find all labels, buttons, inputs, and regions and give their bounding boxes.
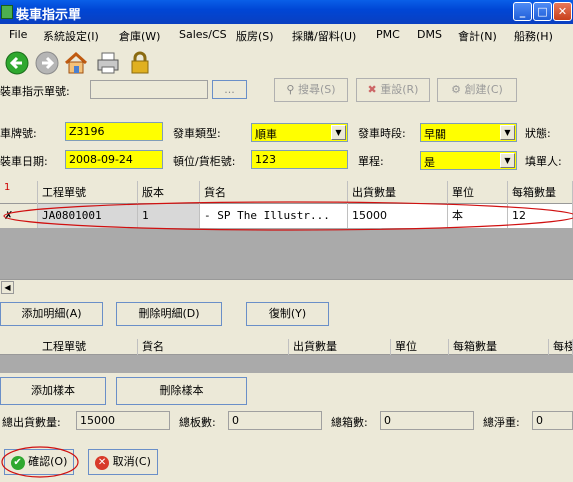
horizontal-scrollbar[interactable]: ◀ <box>0 279 573 295</box>
title-bar: 裝車指示單 _ □ ✕ <box>0 0 573 24</box>
total-qty-field: 15000 <box>76 411 170 430</box>
col-goods-name[interactable]: 貨名 <box>138 339 289 355</box>
status-label: 狀態: <box>525 127 551 140</box>
reset-icon: ✖ <box>367 83 377 96</box>
total-boxes-label: 總箱數: <box>331 416 368 429</box>
printer-icon[interactable] <box>95 50 121 76</box>
plate-label: 車牌號: <box>0 127 37 140</box>
position-label: 頓位/貨柜號: <box>173 155 236 168</box>
menu-pattern-room[interactable]: 版房(S) <box>236 28 274 44</box>
detail-grid: 1 工程單號 版本 貨名 出貨數量 單位 每箱數量 ✗ JA0801001 1 … <box>0 181 573 279</box>
col-per-box[interactable]: 每箱數量 <box>449 339 549 355</box>
lock-icon[interactable] <box>127 50 153 76</box>
add-detail-button[interactable]: 添加明細(A) <box>0 302 103 326</box>
menu-purchasing[interactable]: 採購/留料(U) <box>292 28 356 44</box>
dispatch-type-label: 發車類型: <box>173 127 221 140</box>
col-job-no[interactable]: 工程單號 <box>38 339 138 355</box>
menu-bar: File 系統設定(I) 倉庫(W) Sales/CS 版房(S) 採購/留料(… <box>0 24 573 46</box>
sample-grid: 工程單號 貨名 出貨數量 單位 每箱數量 每棧 <box>0 339 573 373</box>
create-icon: ⚙ <box>451 83 462 96</box>
back-icon[interactable] <box>4 50 30 76</box>
load-date-input[interactable]: 2008-09-24 <box>65 150 163 169</box>
chevron-down-icon[interactable]: ▼ <box>500 125 515 140</box>
add-sample-button[interactable]: 添加樣本 <box>0 377 106 405</box>
position-input[interactable]: 123 <box>251 150 348 169</box>
dispatch-type-value: 順車 <box>255 128 277 141</box>
dispatch-period-value: 早關 <box>424 128 446 141</box>
single-trip-value: 是 <box>424 156 435 169</box>
create-button[interactable]: ⚙ 創建(C) <box>437 78 517 102</box>
total-boxes-field: 0 <box>380 411 474 430</box>
single-trip-label: 單程: <box>358 155 384 168</box>
close-button[interactable]: ✕ <box>553 2 572 21</box>
dispatch-period-label: 發車時段: <box>358 127 406 140</box>
menu-pmc[interactable]: PMC <box>376 28 400 41</box>
menu-sales[interactable]: Sales/CS <box>179 28 227 41</box>
reset-button-label: 重設(R) <box>380 83 419 96</box>
cancel-button-label: 取消(C) <box>112 455 151 468</box>
reset-button[interactable]: ✖ 重設(R) <box>356 78 430 102</box>
search-button-label: 搜尋(S) <box>297 83 336 96</box>
cancel-icon: ✕ <box>95 456 110 470</box>
total-pallets-field: 0 <box>228 411 322 430</box>
delete-detail-button[interactable]: 刪除明細(D) <box>116 302 222 326</box>
chevron-down-icon[interactable]: ▼ <box>500 153 515 168</box>
menu-dms[interactable]: DMS <box>417 28 442 41</box>
menu-shipping[interactable]: 船務(H) <box>514 28 553 44</box>
highlight-ellipse <box>3 201 573 231</box>
dispatch-period-select[interactable]: 早關 ▼ <box>420 123 517 142</box>
menu-file[interactable]: File <box>9 28 27 41</box>
menu-accounting[interactable]: 會計(N) <box>458 28 497 44</box>
forward-icon[interactable] <box>34 50 60 76</box>
plate-input[interactable]: Z3196 <box>65 122 163 141</box>
menu-system-settings[interactable]: 系統設定(I) <box>43 28 99 44</box>
cancel-button[interactable]: ✕ 取消(C) <box>88 449 158 475</box>
confirm-highlight-ellipse <box>1 446 79 478</box>
col-unit[interactable]: 單位 <box>391 339 449 355</box>
search-button[interactable]: ⚲ 搜尋(S) <box>274 78 348 102</box>
copy-button[interactable]: 復制(Y) <box>246 302 329 326</box>
app-icon <box>1 5 13 19</box>
order-no-browse-button[interactable]: ... <box>212 80 247 99</box>
col-per-pallet[interactable]: 每棧 <box>549 339 573 355</box>
load-date-label: 裝車日期: <box>0 155 48 168</box>
total-net-weight-label: 總淨重: <box>483 416 520 429</box>
filler-label: 填單人: <box>525 155 562 168</box>
single-trip-select[interactable]: 是 ▼ <box>420 151 517 170</box>
create-button-label: 創建(C) <box>464 83 503 96</box>
sample-grid-header: 工程單號 貨名 出貨數量 單位 每箱數量 每棧 <box>0 339 573 355</box>
maximize-button[interactable]: □ <box>533 2 552 21</box>
menu-warehouse[interactable]: 倉庫(W) <box>119 28 160 44</box>
window-title: 裝車指示單 <box>16 8 82 23</box>
chevron-down-icon[interactable]: ▼ <box>331 125 346 140</box>
order-no-input[interactable] <box>90 80 208 99</box>
total-net-weight-field: 0 <box>532 411 573 430</box>
magnifier-icon: ⚲ <box>286 83 295 96</box>
dispatch-type-select[interactable]: 順車 ▼ <box>251 123 348 142</box>
minimize-button[interactable]: _ <box>513 2 532 21</box>
col-ship-qty[interactable]: 出貨數量 <box>289 339 391 355</box>
order-no-label: 裝車指示單號: <box>0 85 70 98</box>
delete-sample-button[interactable]: 刪除樣本 <box>116 377 247 405</box>
total-qty-label: 總出貨數量: <box>2 416 61 429</box>
toolbar <box>0 48 573 78</box>
home-icon[interactable] <box>63 50 89 76</box>
total-pallets-label: 總板數: <box>179 416 216 429</box>
scroll-left-icon[interactable]: ◀ <box>1 281 14 294</box>
